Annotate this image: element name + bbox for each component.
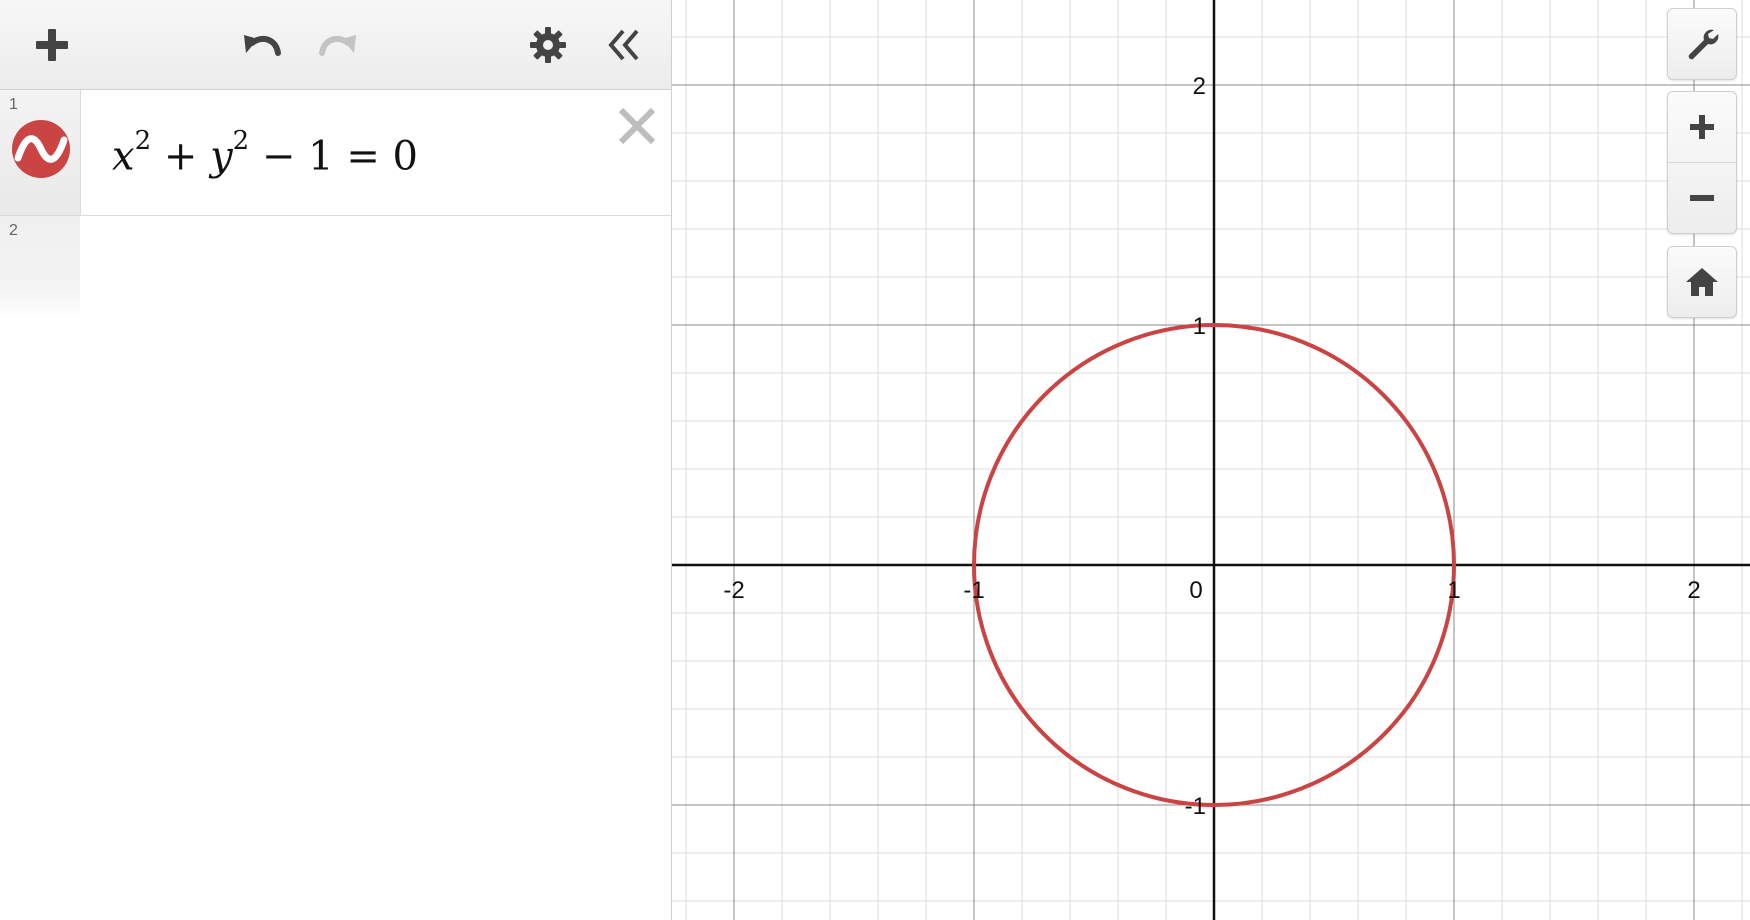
- expression-index: 2: [9, 222, 18, 239]
- add-expression-button[interactable]: [22, 15, 82, 75]
- tick-label-x: 2: [1687, 577, 1700, 604]
- delete-expression-button[interactable]: [615, 104, 659, 148]
- math-exp-x: 2: [134, 126, 152, 156]
- expression-list: 1 x2 + y2 − 1 = 0 2: [0, 90, 671, 318]
- double-chevron-left-icon: [608, 29, 639, 61]
- home-icon: [1686, 268, 1718, 296]
- expression-gutter: 1: [0, 90, 81, 215]
- tick-label-x: 1: [1447, 577, 1460, 604]
- math-var-x: x: [112, 133, 135, 180]
- expression-math[interactable]: x2 + y2 − 1 = 0: [112, 126, 419, 180]
- graph-canvas[interactable]: -2 -1 0 1 2 2 1 -1: [672, 0, 1750, 920]
- zoom-out-button[interactable]: [1668, 163, 1736, 233]
- expression-panel: 1 x2 + y2 − 1 = 0 2: [0, 0, 672, 920]
- axes: [672, 0, 1750, 920]
- tick-label-y: 2: [1193, 73, 1206, 100]
- zoom-controls: [1667, 91, 1737, 234]
- math-exp-y: 2: [232, 126, 250, 156]
- close-icon: [618, 107, 656, 145]
- expression-index: 1: [9, 96, 18, 113]
- tick-label-x: -1: [963, 577, 984, 604]
- expression-row[interactable]: 1 x2 + y2 − 1 = 0: [0, 90, 671, 216]
- graphing-calculator-app: 1 x2 + y2 − 1 = 0 2 -2 -1 0 1 2 2 1 -1: [0, 0, 1750, 920]
- tick-label-y: 1: [1193, 313, 1206, 340]
- tick-labels: -2 -1 0 1 2 2 1 -1: [723, 73, 1700, 820]
- wrench-icon: [1688, 29, 1719, 60]
- collapse-panel-button[interactable]: [593, 15, 653, 75]
- plus-icon: [36, 29, 68, 61]
- redo-icon: [319, 35, 356, 56]
- zoom-in-button[interactable]: [1668, 92, 1736, 162]
- graph-settings-button[interactable]: [1668, 9, 1736, 79]
- undo-button[interactable]: [232, 15, 292, 75]
- settings-button[interactable]: [518, 15, 578, 75]
- major-gridlines: [672, 0, 1750, 920]
- expression-toolbar: [0, 0, 671, 90]
- reset-view-button[interactable]: [1668, 247, 1736, 317]
- graph-wave-icon[interactable]: [12, 120, 70, 178]
- graph-svg[interactable]: -2 -1 0 1 2 2 1 -1: [672, 0, 1750, 920]
- tick-label-y: -1: [1185, 793, 1206, 820]
- home-control: [1667, 246, 1737, 318]
- math-plus: +: [151, 133, 211, 180]
- tick-label-origin: 0: [1189, 577, 1202, 604]
- redo-button[interactable]: [308, 15, 368, 75]
- undo-icon: [244, 35, 281, 56]
- minus-icon: [1690, 195, 1714, 201]
- expression-gutter: 2: [0, 216, 80, 318]
- math-rest: − 1 = 0: [249, 133, 419, 180]
- graph-settings-control: [1667, 8, 1737, 80]
- plus-icon: [1690, 115, 1714, 139]
- expression-row[interactable]: 2: [0, 216, 671, 318]
- minor-gridlines: [672, 0, 1750, 920]
- math-var-y: y: [210, 133, 233, 180]
- tick-label-x: -2: [723, 577, 744, 604]
- gear-icon: [530, 27, 566, 63]
